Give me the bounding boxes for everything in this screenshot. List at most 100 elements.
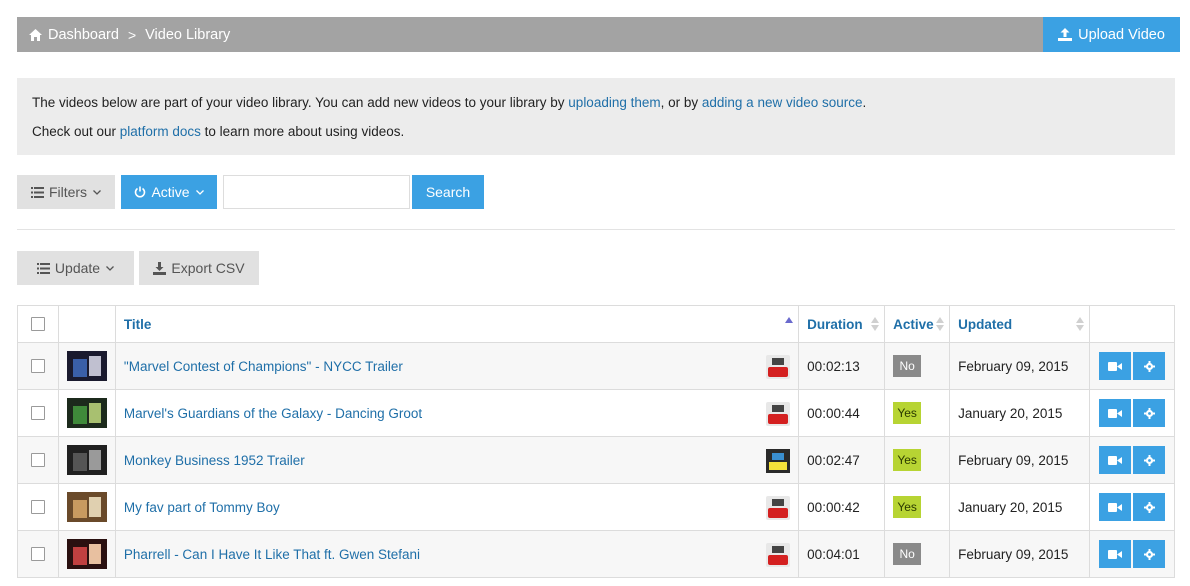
youtube-icon bbox=[766, 496, 791, 520]
row-checkbox[interactable] bbox=[30, 359, 45, 373]
youtube-icon bbox=[766, 402, 791, 426]
uploading-link[interactable]: uploading them bbox=[568, 95, 660, 110]
divider bbox=[17, 229, 1175, 230]
row-checkbox[interactable] bbox=[30, 406, 45, 420]
sort-ascending-icon bbox=[785, 317, 794, 323]
header-updated[interactable]: Updated bbox=[949, 305, 1090, 343]
header-title[interactable]: Title bbox=[114, 305, 800, 343]
video-thumbnail[interactable] bbox=[66, 445, 107, 475]
thumbnail-cell bbox=[57, 389, 116, 437]
search-button[interactable]: Search bbox=[412, 175, 484, 209]
video-settings-button[interactable] bbox=[1133, 446, 1165, 474]
info-text: The videos below are part of your video … bbox=[32, 95, 569, 110]
thumbnail-cell bbox=[57, 483, 116, 531]
duration-cell: 00:02:47 bbox=[798, 436, 886, 484]
updated-cell: February 09, 2015 bbox=[949, 530, 1090, 578]
video-thumbnail[interactable] bbox=[66, 351, 107, 381]
video-title-link[interactable]: Marvel's Guardians of the Galaxy - Danci… bbox=[124, 406, 422, 421]
header-actions bbox=[1089, 305, 1175, 343]
actions-cell bbox=[1089, 530, 1175, 578]
duration-cell: 00:00:42 bbox=[798, 483, 886, 531]
video-thumbnail[interactable] bbox=[66, 539, 107, 569]
platform-docs-link[interactable]: platform docs bbox=[120, 124, 201, 139]
thumbnail-cell bbox=[57, 436, 116, 484]
row-checkbox[interactable] bbox=[30, 453, 45, 467]
list-icon bbox=[36, 262, 50, 274]
gear-icon bbox=[1143, 360, 1155, 372]
video-title-link[interactable]: Monkey Business 1952 Trailer bbox=[124, 453, 305, 468]
updated-cell: February 09, 2015 bbox=[949, 342, 1090, 390]
header-thumbnail bbox=[57, 305, 116, 343]
video-preview-button[interactable] bbox=[1099, 493, 1131, 521]
breadcrumb-current: Video Library bbox=[145, 26, 231, 43]
gear-icon bbox=[1143, 501, 1155, 513]
gear-icon bbox=[1143, 454, 1155, 466]
table-row[interactable]: Monkey Business 1952 Trailer 00:02:47 Yes F… bbox=[17, 436, 1175, 484]
thumbnail-cell bbox=[57, 342, 116, 390]
sort-icon bbox=[936, 317, 945, 331]
info-text: . bbox=[862, 95, 867, 110]
video-thumbnail[interactable] bbox=[66, 398, 107, 428]
upload-video-label: Upload Video bbox=[1078, 26, 1165, 43]
video-preview-button[interactable] bbox=[1099, 540, 1131, 568]
breadcrumb: Dashboard > Video Library bbox=[17, 27, 230, 43]
add-source-link[interactable]: adding a new video source bbox=[702, 95, 863, 110]
sort-icon bbox=[1076, 317, 1084, 331]
video-thumbnail[interactable] bbox=[66, 492, 107, 522]
title-cell: Monkey Business 1952 Trailer bbox=[114, 436, 800, 484]
header-duration[interactable]: Duration bbox=[798, 305, 886, 343]
upload-video-button[interactable]: Upload Video bbox=[1043, 17, 1180, 52]
updated-cell: January 20, 2015 bbox=[949, 483, 1090, 531]
video-title-link[interactable]: "Marvel Contest of Champions" - NYCC Tra… bbox=[124, 359, 403, 374]
filters-label: Filters bbox=[48, 184, 88, 200]
export-csv-button[interactable]: Export CSV bbox=[139, 251, 259, 285]
status-badge: Yes bbox=[893, 449, 922, 471]
export-csv-label: Export CSV bbox=[171, 260, 245, 276]
download-icon bbox=[153, 261, 167, 275]
actions-cell bbox=[1089, 483, 1175, 531]
select-all-checkbox[interactable] bbox=[30, 317, 45, 331]
table-row[interactable]: "Marvel Contest of Champions" - NYCC Tra… bbox=[17, 342, 1175, 390]
video-title-link[interactable]: Pharrell - Can I Have It Like That ft. G… bbox=[124, 547, 420, 562]
video-settings-button[interactable] bbox=[1133, 352, 1165, 380]
updated-cell: January 20, 2015 bbox=[949, 389, 1090, 437]
status-badge: No bbox=[893, 355, 922, 377]
video-settings-button[interactable] bbox=[1133, 399, 1165, 427]
search-input[interactable] bbox=[223, 175, 410, 209]
title-cell: Marvel's Guardians of the Galaxy - Danci… bbox=[114, 389, 800, 437]
active-filter-button[interactable]: Active bbox=[121, 175, 217, 209]
active-filter-label: Active bbox=[151, 184, 190, 200]
filters-button[interactable]: Filters bbox=[17, 175, 115, 209]
video-preview-button[interactable] bbox=[1099, 352, 1131, 380]
video-preview-button[interactable] bbox=[1099, 399, 1131, 427]
table-row[interactable]: My fav part of Tommy Boy 00:00:42 Yes Janua… bbox=[17, 483, 1175, 531]
video-preview-button[interactable] bbox=[1099, 446, 1131, 474]
actions-cell bbox=[1089, 436, 1175, 484]
info-text: Check out our bbox=[32, 124, 120, 139]
gear-icon bbox=[1143, 407, 1155, 419]
list-icon bbox=[30, 186, 44, 198]
info-line-2: Check out our platform docs to learn mor… bbox=[32, 123, 1160, 141]
actions-cell bbox=[1089, 389, 1175, 437]
video-settings-button[interactable] bbox=[1133, 493, 1165, 521]
video-table: Title Duration Active Updated "Marvel Co… bbox=[17, 305, 1175, 578]
table-row[interactable]: Marvel's Guardians of the Galaxy - Danci… bbox=[17, 389, 1175, 437]
row-select-cell bbox=[17, 436, 59, 484]
active-cell: Yes bbox=[884, 483, 951, 531]
header-active[interactable]: Active bbox=[884, 305, 951, 343]
row-checkbox[interactable] bbox=[30, 547, 45, 561]
update-button[interactable]: Update bbox=[17, 251, 134, 285]
table-row[interactable]: Pharrell - Can I Have It Like That ft. G… bbox=[17, 530, 1175, 578]
row-checkbox[interactable] bbox=[30, 500, 45, 514]
title-cell: My fav part of Tommy Boy bbox=[114, 483, 800, 531]
update-label: Update bbox=[54, 260, 101, 276]
row-select-cell bbox=[17, 389, 59, 437]
breadcrumb-dashboard[interactable]: Dashboard bbox=[48, 27, 119, 43]
youtube-icon bbox=[766, 355, 791, 379]
info-line-1: The videos below are part of your video … bbox=[32, 94, 1160, 112]
status-badge: Yes bbox=[893, 402, 922, 424]
chevron-down-icon bbox=[195, 189, 204, 195]
row-select-cell bbox=[17, 530, 59, 578]
video-settings-button[interactable] bbox=[1133, 540, 1165, 568]
video-title-link[interactable]: My fav part of Tommy Boy bbox=[124, 500, 280, 515]
